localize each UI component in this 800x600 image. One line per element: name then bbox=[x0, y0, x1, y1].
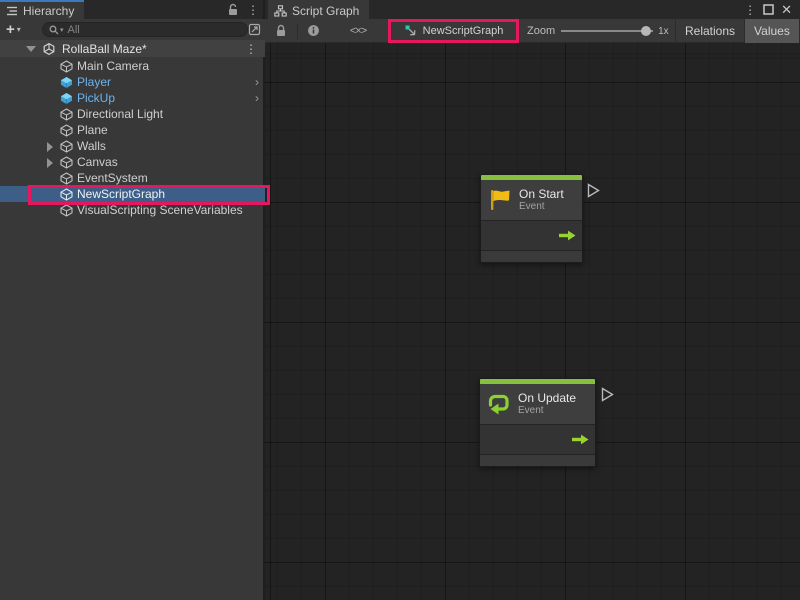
script-graph-panel: Script Graph ⋮ ✕ <×> NewScriptGraph Zoom bbox=[265, 0, 800, 600]
node-subtitle: Event bbox=[519, 201, 564, 213]
tree-item-label: Plane bbox=[77, 123, 108, 137]
control-output-port-icon[interactable] bbox=[559, 230, 576, 241]
prefab-open-chevron[interactable]: › bbox=[255, 74, 259, 90]
graph-view-buttons: Relations Values Dim bbox=[675, 19, 800, 43]
tree-item-directional-light[interactable]: Directional Light bbox=[0, 106, 265, 122]
scene-menu-icon[interactable]: ⋮ bbox=[245, 43, 257, 55]
values-button[interactable]: Values bbox=[744, 19, 799, 43]
gameobject-cube-icon bbox=[60, 188, 73, 201]
tree-item-eventsystem[interactable]: EventSystem bbox=[0, 170, 265, 186]
gameobject-cube-icon bbox=[60, 172, 73, 185]
relations-button[interactable]: Relations bbox=[675, 19, 744, 43]
prefab-open-chevron[interactable]: › bbox=[255, 90, 259, 106]
control-output-port-icon[interactable] bbox=[572, 434, 589, 445]
node-footer bbox=[481, 251, 582, 262]
prefab-cube-icon bbox=[60, 92, 73, 105]
prefab-cube-icon bbox=[60, 76, 73, 89]
zoom-slider-knob[interactable] bbox=[641, 26, 651, 36]
add-object-button[interactable]: + ▾ bbox=[6, 22, 21, 37]
graph-toolbar: <×> NewScriptGraph Zoom 1x Relations Val… bbox=[265, 19, 800, 43]
graph-icon bbox=[274, 5, 287, 17]
gameobject-cube-icon bbox=[60, 156, 73, 169]
tree-item-label: NewScriptGraph bbox=[77, 187, 165, 201]
breadcrumb[interactable]: NewScriptGraph bbox=[391, 19, 516, 43]
port-connector-triangle-icon[interactable] bbox=[587, 183, 600, 198]
zoom-slider-track bbox=[561, 30, 653, 32]
script-graph-asset-icon bbox=[404, 24, 418, 38]
search-icon bbox=[49, 25, 59, 35]
zoom-control: Zoom 1x bbox=[527, 19, 669, 43]
node-on-start[interactable]: On Start Event bbox=[480, 174, 583, 263]
tree-item-pickup[interactable]: PickUp › bbox=[0, 90, 265, 106]
gameobject-cube-icon bbox=[60, 60, 73, 73]
gameobject-cube-icon bbox=[60, 124, 73, 137]
unity-logo-icon bbox=[43, 43, 55, 55]
graph-tab-strip: Script Graph ⋮ ✕ bbox=[265, 0, 800, 19]
tree-item-visualscripting-scenevariables[interactable]: VisualScripting SceneVariables bbox=[0, 202, 265, 218]
search-input[interactable]: ▾ All bbox=[42, 22, 248, 37]
gameobject-cube-icon bbox=[60, 204, 73, 217]
node-title: On Update bbox=[518, 391, 576, 405]
hierarchy-tab-strip: Hierarchy ⋮ bbox=[0, 0, 263, 19]
tab-hierarchy[interactable]: Hierarchy bbox=[0, 0, 84, 19]
tab-script-graph[interactable]: Script Graph bbox=[268, 0, 369, 19]
blackboard-variables-icon[interactable]: <×> bbox=[328, 19, 388, 43]
tree-item-main-camera[interactable]: Main Camera bbox=[0, 58, 265, 74]
zoom-slider[interactable] bbox=[561, 26, 653, 36]
node-footer bbox=[480, 455, 595, 466]
gameobject-cube-icon bbox=[60, 108, 73, 121]
maximize-icon[interactable] bbox=[763, 4, 774, 15]
tree-item-label: Main Camera bbox=[77, 59, 149, 73]
tree-item-newscriptgraph[interactable]: NewScriptGraph bbox=[0, 186, 265, 202]
search-placeholder: All bbox=[68, 24, 80, 36]
tree-item-label: VisualScripting SceneVariables bbox=[77, 203, 243, 217]
tree-item-label: PickUp bbox=[77, 91, 115, 105]
tree-item-label: Walls bbox=[77, 139, 106, 153]
hierarchy-icon bbox=[6, 5, 18, 17]
node-subtitle: Event bbox=[518, 405, 576, 417]
zoom-label: Zoom bbox=[527, 25, 555, 37]
plus-icon: + bbox=[6, 22, 15, 37]
gameobject-cube-icon bbox=[60, 140, 73, 153]
zoom-value: 1x bbox=[658, 26, 669, 37]
scene-name: RollaBall Maze* bbox=[62, 42, 147, 56]
close-icon[interactable]: ✕ bbox=[781, 2, 792, 18]
tree-item-canvas[interactable]: Canvas bbox=[0, 154, 265, 170]
tree-item-walls[interactable]: Walls bbox=[0, 138, 265, 154]
flag-icon bbox=[487, 188, 513, 212]
unlock-icon[interactable] bbox=[227, 3, 239, 16]
info-icon[interactable] bbox=[298, 19, 328, 43]
tree-item-label: Canvas bbox=[77, 155, 118, 169]
tab-hierarchy-label: Hierarchy bbox=[23, 4, 74, 18]
hierarchy-tree: Main Camera Player › PickUp › Directiona… bbox=[0, 58, 265, 218]
foldout-closed-icon[interactable] bbox=[47, 142, 53, 152]
tree-item-label: EventSystem bbox=[77, 171, 148, 185]
hierarchy-menu-icon[interactable]: ⋮ bbox=[247, 4, 259, 16]
graph-canvas[interactable]: On Start Event bbox=[265, 43, 800, 600]
tree-item-player[interactable]: Player › bbox=[0, 74, 265, 90]
tree-item-plane[interactable]: Plane bbox=[0, 122, 265, 138]
foldout-open-icon[interactable] bbox=[26, 46, 36, 52]
scene-picker-icon[interactable] bbox=[248, 23, 261, 36]
node-title: On Start bbox=[519, 187, 564, 201]
breadcrumb-label: NewScriptGraph bbox=[423, 25, 504, 37]
port-connector-triangle-icon[interactable] bbox=[601, 387, 614, 402]
window-menu-icon[interactable]: ⋮ bbox=[744, 4, 756, 16]
node-on-update[interactable]: On Update Event bbox=[479, 378, 596, 467]
foldout-closed-icon[interactable] bbox=[47, 158, 53, 168]
tab-script-graph-label: Script Graph bbox=[292, 4, 359, 18]
loop-icon bbox=[486, 392, 512, 416]
hierarchy-panel: Hierarchy ⋮ + ▾ ▾ All RollaBall bbox=[0, 0, 265, 600]
scene-header[interactable]: RollaBall Maze* ⋮ bbox=[0, 40, 265, 57]
hierarchy-toolbar: + ▾ ▾ All bbox=[0, 19, 265, 40]
caret-down-icon: ▾ bbox=[17, 25, 21, 34]
tree-item-label: Player bbox=[77, 75, 111, 89]
lock-icon[interactable] bbox=[265, 19, 297, 43]
tree-item-label: Directional Light bbox=[77, 107, 163, 121]
search-caret-icon: ▾ bbox=[60, 26, 64, 34]
